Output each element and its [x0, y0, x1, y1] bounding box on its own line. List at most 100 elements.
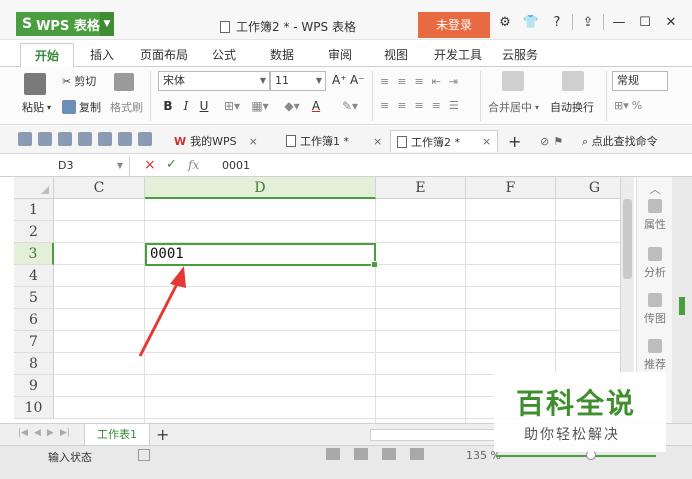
chevron-down-icon[interactable]: ▼	[100, 12, 114, 36]
add-sheet-button[interactable]: +	[156, 425, 169, 444]
close-icon[interactable]: ×	[249, 135, 258, 148]
tab-review[interactable]: 审阅	[328, 46, 352, 63]
wrap-text-button[interactable]: 自动换行	[550, 99, 594, 115]
format-painter-button[interactable]: 格式刷	[110, 99, 143, 115]
save-icon[interactable]	[38, 132, 52, 146]
font-size-select[interactable]: 11 ▼	[270, 71, 326, 91]
search-command-input[interactable]: ⌕ 点此查找命令	[582, 133, 658, 149]
row-header[interactable]: 2	[14, 221, 54, 243]
maximize-icon[interactable]: ☐	[634, 15, 656, 30]
redo-icon[interactable]	[138, 132, 152, 146]
underline-button[interactable]: U	[196, 97, 212, 115]
page-break-view-icon[interactable]	[354, 448, 368, 460]
shirt-icon[interactable]: 👕	[520, 15, 542, 30]
sheet-tab-sheet1[interactable]: 工作表1	[84, 424, 150, 446]
pin-icon[interactable]: ⇪	[577, 15, 599, 30]
column-header-c[interactable]: C	[54, 177, 145, 199]
side-item-properties[interactable]: 属性	[637, 199, 673, 232]
collapse-pane-icon[interactable]: ︿	[637, 181, 673, 197]
merge-center-icon-button[interactable]	[502, 71, 524, 91]
close-icon[interactable]: ×	[373, 135, 382, 148]
row-header[interactable]: 4	[14, 265, 54, 287]
indent-increase-icon[interactable]: ⇥	[449, 75, 458, 88]
print-preview-icon[interactable]	[98, 132, 112, 146]
number-format-select[interactable]: 常规	[612, 71, 668, 91]
fill-button[interactable]: ▦▾	[248, 97, 272, 115]
next-sheet-icon[interactable]: ▶	[47, 428, 54, 438]
reading-mode-icon[interactable]	[410, 448, 424, 460]
formula-input[interactable]: 0001	[222, 156, 250, 176]
new-tab-button[interactable]: +	[502, 130, 527, 152]
help-icon[interactable]: ?	[546, 15, 568, 30]
confirm-icon[interactable]: ✓	[166, 157, 177, 172]
row-header[interactable]: 7	[14, 331, 54, 353]
row-header[interactable]: 6	[14, 309, 54, 331]
cancel-icon[interactable]: ×	[144, 157, 156, 173]
tab-cloud-service[interactable]: 云服务	[502, 46, 538, 63]
justify-icon[interactable]: ≡	[432, 99, 441, 112]
clear-format-button[interactable]: ✎▾	[338, 97, 362, 115]
column-header-e[interactable]: E	[376, 177, 466, 199]
cut-button[interactable]: ✂ 剪切	[62, 73, 96, 89]
prev-sheet-icon[interactable]: ◀	[34, 428, 41, 438]
tab-insert[interactable]: 插入	[90, 46, 114, 63]
side-item-upload-image[interactable]: 传图	[637, 293, 673, 326]
select-all-corner[interactable]	[14, 177, 54, 199]
row-header-selected[interactable]: 3	[14, 243, 54, 265]
export-pdf-icon[interactable]	[58, 132, 72, 146]
active-cell-d3[interactable]: 0001	[145, 243, 378, 268]
tab-data[interactable]: 数据	[270, 46, 294, 63]
row-header[interactable]: 10	[14, 397, 54, 419]
wrap-text-icon-button[interactable]	[562, 71, 584, 91]
grow-font-button[interactable]: A⁺	[332, 71, 347, 89]
shrink-font-button[interactable]: A⁻	[350, 71, 365, 89]
side-item-recommend[interactable]: 推荐	[637, 339, 673, 372]
fx-button[interactable]: fx	[188, 158, 199, 172]
normal-view-icon[interactable]	[326, 448, 340, 460]
skin-icon[interactable]: ⚙	[494, 15, 516, 30]
undo-icon[interactable]	[118, 132, 132, 146]
format-painter-icon-button[interactable]	[114, 73, 134, 91]
share-icon[interactable]: ⚑	[553, 135, 563, 148]
app-menu-button[interactable]: S WPS 表格 ▼	[16, 12, 114, 36]
distributed-icon[interactable]: ☰	[449, 99, 459, 112]
close-icon[interactable]: ×	[482, 135, 491, 148]
align-center-icon[interactable]: ≡	[397, 99, 406, 112]
tab-page-layout[interactable]: 页面布局	[140, 46, 188, 63]
login-button[interactable]: 未登录	[418, 12, 490, 38]
horizontal-scrollbar[interactable]	[370, 429, 498, 441]
tab-formula[interactable]: 公式	[212, 46, 236, 63]
font-color-button[interactable]: A	[308, 97, 324, 115]
italic-button[interactable]: I	[178, 97, 194, 115]
zoom-slider[interactable]	[496, 455, 656, 457]
border-button[interactable]: ⊞▾	[220, 97, 244, 115]
collapse-icon[interactable]: ⊘	[540, 135, 549, 148]
merge-center-button[interactable]: 合并居中 ▾	[488, 99, 539, 115]
page-layout-view-icon[interactable]	[382, 448, 396, 460]
align-bottom-icon[interactable]: ≡	[414, 75, 423, 88]
paste-label-button[interactable]: 粘贴 ▾	[22, 99, 51, 115]
indent-decrease-icon[interactable]: ⇤	[432, 75, 441, 88]
align-top-icon[interactable]: ≡	[380, 75, 389, 88]
last-sheet-icon[interactable]: ▶|	[60, 428, 70, 438]
row-header[interactable]: 9	[14, 375, 54, 397]
doc-tab-workbook2[interactable]: 工作簿2 * ×	[390, 130, 499, 152]
row-header[interactable]: 1	[14, 199, 54, 221]
open-icon[interactable]	[18, 132, 32, 146]
close-icon[interactable]: ✕	[660, 15, 682, 30]
align-right-icon[interactable]: ≡	[414, 99, 423, 112]
tab-home[interactable]: 开始	[20, 43, 75, 68]
expand-pane-handle[interactable]	[679, 297, 685, 315]
column-header-d[interactable]: D	[145, 177, 376, 199]
copy-button[interactable]: 复制	[62, 99, 101, 115]
font-name-select[interactable]: 宋体 ▼	[158, 71, 270, 91]
scrollbar-thumb[interactable]	[623, 199, 632, 279]
first-sheet-icon[interactable]: |◀	[18, 428, 28, 438]
align-middle-icon[interactable]: ≡	[397, 75, 406, 88]
doc-tab-my-wps[interactable]: W 我的WPS ×	[168, 130, 264, 152]
print-icon[interactable]	[78, 132, 92, 146]
tab-view[interactable]: 视图	[384, 46, 408, 63]
paste-button[interactable]	[24, 73, 46, 95]
column-header-f[interactable]: F	[466, 177, 556, 199]
minimize-icon[interactable]: —	[608, 15, 630, 30]
